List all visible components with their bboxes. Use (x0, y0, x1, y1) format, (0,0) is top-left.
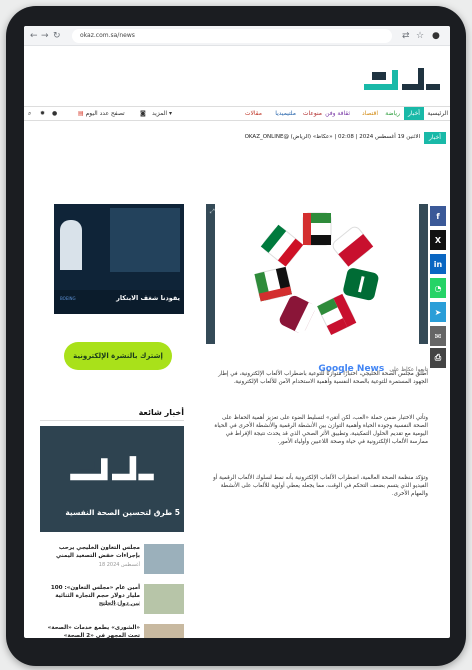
x-icon[interactable]: X (430, 230, 446, 250)
address-bar[interactable]: okaz.com.sa/news (72, 29, 392, 43)
main-nav: الرئيسية أخبار رياضة اقتصاد ثقافة وفن من… (24, 106, 450, 121)
nav-articles[interactable]: مقالات (245, 109, 262, 119)
nav-multimedia[interactable]: ملتيميديا (275, 109, 296, 119)
ticker-text[interactable]: الاثنين 19 أغسطس 2024 | 02:08 | «عكاظ» (… (245, 134, 420, 140)
okaz-card-logo (70, 456, 154, 481)
ad-caption: يقودنا شغف الابتكار (116, 294, 180, 302)
nav-home[interactable]: الرئيسية (427, 109, 448, 119)
trending-card-caption: 5 طرق لتحسين الصحة النفسية (65, 508, 180, 517)
today-issue-label: تصفح عدد اليوم (85, 110, 125, 117)
nav-variety[interactable]: منوعات (303, 109, 322, 119)
facebook-icon[interactable]: f (430, 206, 446, 226)
article-image[interactable]: ⤢ (206, 204, 428, 344)
ad-person-graphic (60, 220, 82, 270)
nav-economy[interactable]: اقتصاد (362, 109, 378, 119)
list-item[interactable]: أمين عام «مجلس التعاون»: 100 مليار دولار… (40, 584, 184, 616)
flags-ring-icon (254, 212, 379, 335)
chevron-down-icon: ▾ (169, 110, 173, 117)
reload-icon[interactable]: ↻ (53, 30, 61, 42)
news-thumbnail (144, 544, 184, 574)
news-title: مجلس التعاون الخليجي يرحب بإجراءات خفض ا… (55, 545, 140, 559)
settings-icon[interactable]: ✹ (40, 109, 45, 119)
ticker-label: أخبار (424, 132, 446, 144)
nav-culture[interactable]: ثقافة وفن (325, 109, 350, 119)
sidebar-ad[interactable]: BOEING يقودنا شغف الابتكار (54, 204, 184, 314)
article-paragraph-3: وتؤكد منظمة الصحة العالمية، اضطراب الألع… (213, 475, 428, 497)
news-date: 18 أغسطس 2024 (98, 562, 140, 568)
camera-icon[interactable]: ◙ (140, 109, 146, 119)
translate-icon[interactable]: ⇄ (402, 30, 410, 42)
article-paragraph-2: وتأتي الاختبار ضمن حملة «العب، لكن أتقن»… (214, 415, 428, 445)
whatsapp-icon[interactable]: ◔ (430, 278, 446, 298)
browser-screen: ← → ↻ okaz.com.sa/news ⇄ ☆ ● الرئيسية أخ… (24, 26, 450, 638)
user-icon[interactable]: ● (52, 109, 57, 119)
ad-brand: BOEING (60, 296, 76, 301)
browser-toolbar: ← → ↻ okaz.com.sa/news ⇄ ☆ ● (24, 26, 450, 46)
forward-icon[interactable]: → (41, 30, 49, 42)
news-date: 18 أغسطس 2024 (98, 602, 140, 608)
today-issue-link[interactable]: ▤ تصفح عدد اليوم (78, 109, 125, 119)
gcc-flags-graphic (215, 204, 419, 344)
news-ticker: أخبار الاثنين 19 أغسطس 2024 | 02:08 | «ع… (24, 129, 450, 147)
search-icon[interactable]: ⌕ (28, 109, 31, 119)
nav-sports[interactable]: رياضة (385, 109, 400, 119)
telegram-icon[interactable]: ➤ (430, 302, 446, 322)
bookmark-star-icon[interactable]: ☆ (416, 30, 424, 42)
ad-screen-graphic (110, 208, 180, 272)
trending-title: أخبار شائعة (138, 408, 184, 417)
email-icon[interactable]: ✉ (430, 326, 446, 346)
list-item[interactable]: «الشورى» يطمع خدمات «الصحة» تحت المجهر ف… (40, 624, 184, 638)
okaz-logo[interactable] (362, 62, 442, 92)
news-thumbnail (144, 584, 184, 614)
news-title: «الشورى» يطمع خدمات «الصحة» تحت المجهر ف… (47, 625, 140, 638)
trending-featured-card[interactable]: 5 طرق لتحسين الصحة النفسية (40, 426, 184, 532)
trending-divider (40, 420, 184, 421)
article-paragraph-1: أطلق مجلس الصحة الخليجي، اختبارًا متوازن… (218, 371, 428, 385)
news-thumbnail (144, 624, 184, 638)
nav-more[interactable]: المزيد ▾ (152, 109, 172, 119)
print-icon[interactable]: ⎙ (430, 348, 446, 368)
profile-icon[interactable]: ● (432, 30, 440, 42)
newsletter-button[interactable]: إشترك بالنشرة الإلكترونية (64, 342, 172, 370)
back-icon[interactable]: ← (30, 30, 38, 42)
site-header (24, 46, 450, 108)
list-item[interactable]: مجلس التعاون الخليجي يرحب بإجراءات خفض ا… (40, 544, 184, 576)
linkedin-icon[interactable]: in (430, 254, 446, 274)
nav-news-active[interactable]: أخبار (404, 107, 424, 120)
pdf-icon: ▤ (78, 110, 84, 117)
more-label: المزيد (152, 110, 168, 117)
